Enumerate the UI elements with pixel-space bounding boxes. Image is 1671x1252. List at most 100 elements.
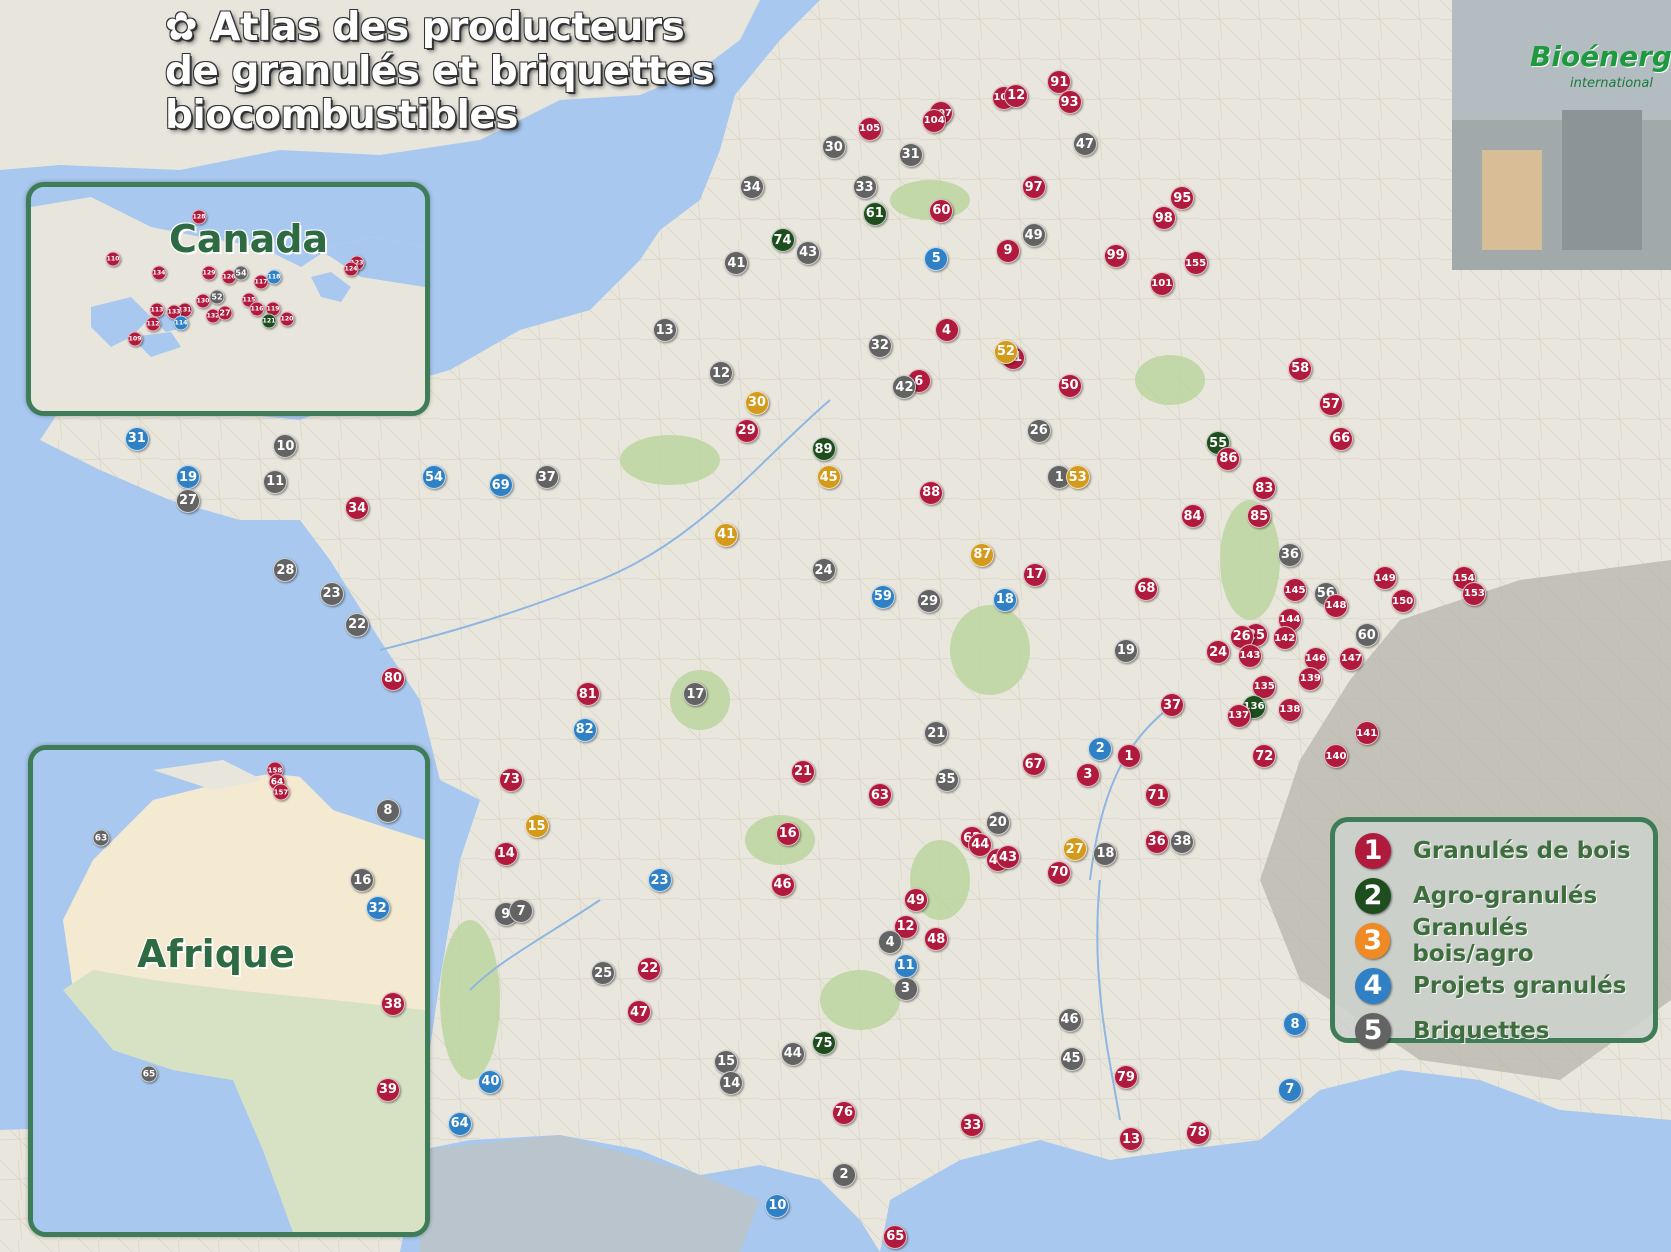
- site-marker-briquette[interactable]: 49: [1021, 223, 1046, 248]
- site-marker-wood[interactable]: 143: [1237, 643, 1262, 668]
- site-marker-mixed[interactable]: 27: [1062, 837, 1087, 862]
- site-marker-wood[interactable]: 88: [919, 480, 944, 505]
- site-marker-briquette[interactable]: 37: [534, 465, 559, 490]
- site-marker-wood[interactable]: 105: [857, 116, 882, 141]
- site-marker-briquette[interactable]: 3: [893, 976, 918, 1001]
- inset-afrique[interactable]: Afrique 158 64 157 63 65: [28, 745, 430, 1237]
- site-marker-briquette[interactable]: 41: [724, 251, 749, 276]
- site-marker-wood[interactable]: 155: [1183, 251, 1208, 276]
- site-marker-wood[interactable]: 34: [345, 496, 370, 521]
- site-marker-project[interactable]: 64: [447, 1111, 472, 1136]
- site-marker-mixed[interactable]: 53: [1065, 465, 1090, 490]
- site-marker-briquette[interactable]: 44: [780, 1041, 805, 1066]
- site-marker-briquette[interactable]: 26: [1026, 418, 1051, 443]
- site-marker-wood[interactable]: 50: [1057, 373, 1082, 398]
- canada-marker-wood[interactable]: 130: [195, 293, 211, 309]
- canada-marker-wood[interactable]: 134: [151, 265, 167, 281]
- site-marker-briquette[interactable]: 17: [683, 682, 708, 707]
- site-marker-briquette[interactable]: 19: [1113, 638, 1138, 663]
- site-marker-wood[interactable]: 67: [1021, 752, 1046, 776]
- site-marker-agro[interactable]: 61: [862, 201, 887, 226]
- site-marker-wood[interactable]: 47: [627, 1000, 651, 1024]
- site-marker-wood[interactable]: 147: [1339, 646, 1364, 671]
- site-marker-project[interactable]: 2: [1088, 736, 1113, 761]
- site-marker-project[interactable]: 7: [1277, 1077, 1302, 1102]
- site-marker-wood[interactable]: 150: [1390, 589, 1415, 614]
- site-marker-wood[interactable]: 3: [1075, 762, 1100, 787]
- site-marker-briquette[interactable]: 20: [985, 810, 1010, 835]
- site-marker-briquette[interactable]: 29: [917, 589, 942, 614]
- site-marker-wood[interactable]: 1: [1116, 744, 1141, 769]
- site-marker-briquette[interactable]: 18: [1093, 841, 1118, 866]
- site-marker-wood[interactable]: 65: [883, 1224, 908, 1249]
- site-marker-wood[interactable]: 84: [1180, 504, 1205, 528]
- site-marker-briquette[interactable]: 23: [319, 581, 344, 606]
- site-marker-wood[interactable]: 141: [1354, 721, 1379, 745]
- site-marker-wood[interactable]: 13: [1119, 1127, 1143, 1152]
- site-marker-project[interactable]: 8: [1283, 1012, 1307, 1037]
- site-marker-wood[interactable]: 24: [1206, 640, 1231, 665]
- site-marker-wood[interactable]: 4: [934, 318, 959, 342]
- site-marker-wood[interactable]: 63: [867, 783, 892, 807]
- map-view[interactable]: ✿ Atlas des producteurs de granulés et b…: [0, 0, 1671, 1252]
- canada-marker-wood[interactable]: 113: [149, 302, 165, 318]
- site-marker-wood[interactable]: 86: [1216, 446, 1241, 471]
- site-marker-wood[interactable]: 73: [498, 767, 523, 792]
- site-marker-wood[interactable]: 29: [734, 418, 759, 443]
- canada-marker-project[interactable]: 118: [266, 269, 282, 285]
- site-marker-mixed[interactable]: 45: [816, 465, 841, 490]
- site-marker-project[interactable]: 11: [893, 953, 918, 978]
- site-marker-wood[interactable]: 9: [996, 238, 1020, 263]
- site-marker-wood[interactable]: 138: [1277, 697, 1302, 722]
- site-marker-briquette[interactable]: 33: [852, 175, 877, 200]
- canada-marker-wood[interactable]: 112: [145, 316, 161, 332]
- canada-marker-project[interactable]: 114: [173, 315, 189, 331]
- site-marker-briquette[interactable]: 45: [1059, 1046, 1084, 1071]
- site-marker-briquette[interactable]: 24: [811, 558, 836, 583]
- site-marker-wood[interactable]: 142: [1272, 626, 1297, 651]
- site-marker-project[interactable]: 82: [572, 717, 597, 742]
- site-marker-wood[interactable]: 57: [1318, 392, 1343, 417]
- site-marker-wood[interactable]: 21: [791, 759, 815, 784]
- site-marker-wood[interactable]: 104: [922, 108, 947, 133]
- site-marker-briquette[interactable]: 12: [709, 361, 733, 386]
- site-marker-mixed[interactable]: 52: [993, 339, 1018, 364]
- afrique-marker-wood[interactable]: 157: [272, 783, 290, 801]
- inset-canada[interactable]: Canada 128 110 134 129 126 54 117 118 52 130 115 11…: [26, 182, 430, 416]
- site-marker-briquette[interactable]: 14: [719, 1071, 744, 1096]
- site-marker-briquette[interactable]: 31: [898, 142, 923, 167]
- site-marker-briquette[interactable]: 34: [739, 175, 764, 200]
- site-marker-briquette[interactable]: 4: [878, 930, 903, 955]
- site-marker-wood[interactable]: 33: [960, 1113, 985, 1138]
- site-marker-briquette[interactable]: 10: [273, 434, 298, 459]
- site-marker-wood[interactable]: 76: [832, 1100, 856, 1125]
- site-marker-wood[interactable]: 149: [1373, 566, 1398, 590]
- canada-marker-wood[interactable]: 129: [201, 265, 217, 281]
- site-marker-wood[interactable]: 139: [1298, 666, 1323, 691]
- site-marker-wood[interactable]: 98: [1151, 206, 1176, 231]
- site-marker-wood[interactable]: 17: [1022, 562, 1047, 587]
- site-marker-wood[interactable]: 140: [1324, 744, 1348, 769]
- site-marker-wood[interactable]: 16: [775, 821, 800, 846]
- site-marker-briquette[interactable]: 32: [867, 333, 892, 358]
- site-marker-briquette[interactable]: 27: [176, 488, 200, 513]
- site-marker-project[interactable]: 31: [124, 426, 149, 451]
- site-marker-mixed[interactable]: 30: [744, 390, 769, 415]
- site-marker-wood[interactable]: 148: [1324, 593, 1348, 618]
- canada-marker-wood[interactable]: 116: [249, 301, 265, 317]
- afrique-marker-briquette[interactable]: 65: [140, 1065, 158, 1083]
- canada-marker-wood[interactable]: 109: [127, 331, 143, 347]
- site-marker-briquette[interactable]: 7: [509, 899, 534, 924]
- site-marker-mixed[interactable]: 41: [714, 522, 739, 547]
- canada-marker-wood[interactable]: 120: [279, 311, 295, 327]
- canada-marker-wood[interactable]: 124: [343, 261, 359, 277]
- site-marker-agro[interactable]: 75: [811, 1031, 836, 1055]
- site-marker-briquette[interactable]: 35: [934, 767, 959, 792]
- canada-marker-wood[interactable]: 27: [217, 305, 233, 321]
- site-marker-wood[interactable]: 101: [1149, 271, 1174, 296]
- site-marker-briquette[interactable]: 46: [1057, 1007, 1082, 1032]
- site-marker-briquette[interactable]: 13: [652, 318, 677, 342]
- site-marker-project[interactable]: 5: [924, 246, 949, 271]
- site-marker-briquette[interactable]: 28: [273, 558, 298, 583]
- canada-marker-wood[interactable]: 128: [191, 209, 207, 225]
